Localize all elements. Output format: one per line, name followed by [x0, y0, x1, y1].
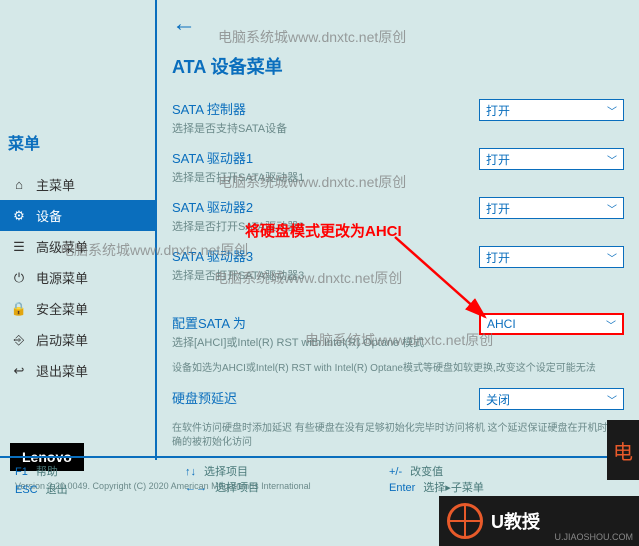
- logo-subtext: U.JIAOSHOU.COM: [554, 532, 633, 542]
- key-label: 退出: [46, 484, 68, 496]
- setting-row-configure-sata: 配置SATA 为 选择[AHCI]或Intel(R) RST with Inte…: [172, 313, 624, 350]
- select-value: AHCI: [487, 317, 516, 331]
- exit-icon: ↩: [10, 363, 28, 379]
- select-value: 打开: [486, 249, 510, 266]
- setting-label: 配置SATA 为: [172, 313, 312, 332]
- key-label: 帮助: [36, 466, 58, 478]
- sidebar: 菜单 ⌂ 主菜单 ⚙ 设备 ☰ 高级菜单 ⏻ 电源菜单 🔒 安全菜单 ⎆ 启动菜…: [0, 0, 155, 460]
- chevron-down-icon: ﹀: [607, 392, 617, 407]
- sidebar-item-device[interactable]: ⚙ 设备: [0, 200, 155, 231]
- annotation-text: 将硬盘模式更改为AHCI: [245, 220, 402, 241]
- setting-row-sata-drive3: SATA 驱动器3 选择是否打开SATA驱动器3 打开 ﹀: [172, 246, 624, 283]
- setting-long-desc: 设备如选为AHCI或Intel(R) RST with Intel(R) Opt…: [172, 362, 624, 376]
- sata-drive3-select[interactable]: 打开 ﹀: [479, 246, 624, 268]
- sidebar-item-label: 电源菜单: [36, 268, 88, 287]
- key-enter: Enter: [389, 482, 415, 494]
- key-esc: ESC: [15, 484, 38, 496]
- sidebar-item-main[interactable]: ⌂ 主菜单: [0, 169, 155, 200]
- setting-row-sata-controller: SATA 控制器 选择是否支持SATA设备 打开 ﹀: [172, 99, 624, 136]
- chevron-down-icon: ﹀: [606, 317, 616, 332]
- key-plusminus: +/-: [389, 466, 402, 478]
- vertical-divider: [155, 0, 157, 460]
- setting-label: SATA 驱动器2: [172, 197, 312, 216]
- setting-desc: 选择[AHCI]或Intel(R) RST with Intel(R) Opta…: [172, 334, 479, 350]
- sata-controller-select[interactable]: 打开 ﹀: [479, 99, 624, 121]
- configure-sata-select[interactable]: AHCI ﹀: [479, 313, 624, 335]
- select-value: 关闭: [486, 391, 510, 408]
- setting-label: SATA 驱动器1: [172, 148, 312, 167]
- chevron-down-icon: ﹀: [607, 250, 617, 265]
- key-f1: F1: [15, 466, 28, 478]
- sidebar-item-power[interactable]: ⏻ 电源菜单: [0, 262, 155, 293]
- logo-circle-icon: [447, 503, 483, 539]
- sidebar-item-label: 主菜单: [36, 175, 75, 194]
- side-logo: 电: [607, 420, 639, 480]
- key-label: 选择▸子菜单: [423, 482, 484, 494]
- chevron-down-icon: ﹀: [607, 103, 617, 118]
- key-label: 选择项目: [215, 482, 259, 494]
- home-icon: ⌂: [10, 177, 28, 192]
- setting-desc: 选择是否支持SATA设备: [172, 120, 312, 136]
- setting-label: SATA 控制器: [172, 99, 312, 118]
- select-value: 打开: [486, 151, 510, 168]
- setting-desc: 选择是否打开SATA驱动器3: [172, 267, 312, 283]
- logo-text: U教授: [491, 508, 540, 534]
- sidebar-item-exit[interactable]: ↩ 退出菜单: [0, 355, 155, 386]
- setting-row-sata-drive1: SATA 驱动器1 选择是否打开SATA驱动器1 打开 ﹀: [172, 148, 624, 185]
- gear-icon: ⚙: [10, 208, 28, 224]
- page-title: ATA 设备菜单: [172, 53, 624, 79]
- sidebar-item-label: 安全菜单: [36, 299, 88, 318]
- select-value: 打开: [486, 102, 510, 119]
- sidebar-item-advanced[interactable]: ☰ 高级菜单: [0, 231, 155, 262]
- back-arrow-icon[interactable]: ←: [172, 10, 196, 38]
- sidebar-item-label: 高级菜单: [36, 237, 88, 256]
- main-panel: ← ATA 设备菜单 SATA 控制器 选择是否支持SATA设备 打开 ﹀ SA…: [167, 0, 639, 460]
- key-label: 选择项目: [204, 466, 248, 478]
- sidebar-item-label: 启动菜单: [36, 330, 88, 349]
- sata-drive2-select[interactable]: 打开 ﹀: [479, 197, 624, 219]
- disk-delay-select[interactable]: 关闭 ﹀: [479, 388, 624, 410]
- chevron-down-icon: ﹀: [607, 201, 617, 216]
- sidebar-item-label: 设备: [36, 206, 62, 225]
- ujiaoshou-logo: U教授 U.JIAOSHOU.COM: [439, 496, 639, 546]
- sata-drive1-select[interactable]: 打开 ﹀: [479, 148, 624, 170]
- setting-label: 硬盘预延迟: [172, 388, 312, 407]
- power-icon: ⏻: [10, 270, 28, 286]
- key-label: 改变值: [410, 466, 443, 478]
- sidebar-item-boot[interactable]: ⎆ 启动菜单: [0, 324, 155, 355]
- setting-long-desc: 在软件访问硬盘时添加延迟 有些硬盘在没有足够初始化完毕时访问将机 这个延迟保证硬…: [172, 422, 624, 450]
- select-value: 打开: [486, 200, 510, 217]
- setting-label: SATA 驱动器3: [172, 246, 312, 265]
- key-leftright: ←→: [185, 482, 207, 494]
- key-updown: ↑↓: [185, 466, 196, 478]
- boot-icon: ⎆: [10, 332, 28, 348]
- sidebar-item-label: 退出菜单: [36, 361, 88, 380]
- setting-row-disk-delay: 硬盘预延迟 关闭 ﹀: [172, 388, 624, 410]
- sidebar-item-security[interactable]: 🔒 安全菜单: [0, 293, 155, 324]
- sliders-icon: ☰: [10, 239, 28, 255]
- lock-icon: 🔒: [10, 301, 28, 317]
- chevron-down-icon: ﹀: [607, 152, 617, 167]
- setting-desc: 选择是否打开SATA驱动器1: [172, 169, 312, 185]
- menu-title: 菜单: [0, 130, 155, 169]
